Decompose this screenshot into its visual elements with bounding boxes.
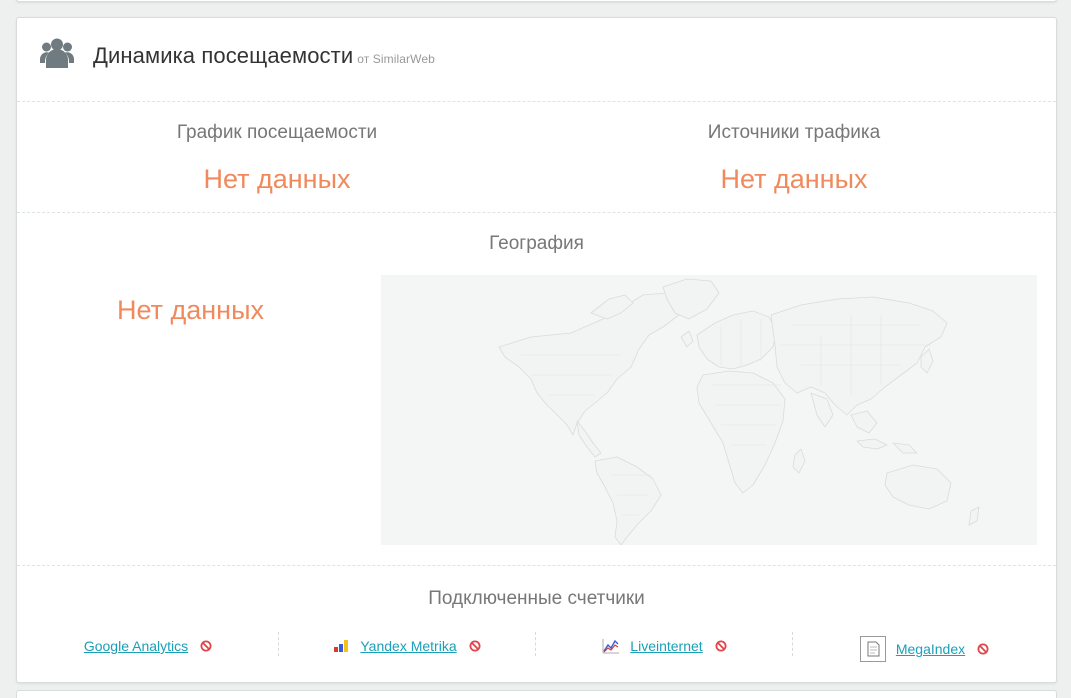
liveinternet-icon <box>602 639 620 654</box>
counter-liveinternet: Liveinternet <box>536 626 793 666</box>
card-header: Динамика посещаемости от SimilarWeb <box>17 18 1056 102</box>
counter-google-analytics: Google Analytics <box>17 626 279 666</box>
liveinternet-link[interactable]: Liveinternet <box>630 638 702 654</box>
traffic-chart-no-data: Нет данных <box>203 164 351 194</box>
users-icon <box>40 38 74 68</box>
geography-label: География <box>489 233 584 254</box>
card-title-text: Динамика посещаемости <box>93 43 354 68</box>
connected-counters-section: Подключенные счетчики Google Analytics Y… <box>17 566 1056 684</box>
traffic-sources-label: Источники трафика <box>707 122 881 143</box>
yandex-metrika-icon <box>334 640 349 652</box>
ban-icon <box>200 640 212 652</box>
geography-no-data: Нет данных <box>117 295 264 325</box>
geography-section: География Нет данных <box>17 213 1056 566</box>
world-map <box>381 275 1037 546</box>
previous-card <box>16 0 1057 2</box>
traffic-sources-no-data: Нет данных <box>720 164 868 194</box>
traffic-chart-label: График посещаемости <box>176 122 378 143</box>
yandex-metrika-link[interactable]: Yandex Metrika <box>360 638 456 654</box>
ban-icon <box>469 640 481 652</box>
next-card <box>16 690 1057 698</box>
card-title: Динамика посещаемости от SimilarWeb <box>93 43 435 69</box>
ban-icon <box>715 640 727 652</box>
traffic-row: График посещаемости Нет данных Источники… <box>17 102 1056 213</box>
world-map-graphic <box>498 278 980 546</box>
counter-megaindex: MegaIndex <box>793 626 1056 666</box>
card-source: от SimilarWeb <box>357 52 435 66</box>
traffic-dynamics-card: Динамика посещаемости от SimilarWeb Графи… <box>16 17 1057 683</box>
megaindex-link[interactable]: MegaIndex <box>896 641 965 657</box>
megaindex-icon <box>859 636 886 662</box>
counters-list: Google Analytics Yandex Metrika Liveinte… <box>17 626 1056 666</box>
counter-yandex-metrika: Yandex Metrika <box>279 626 536 666</box>
google-analytics-link[interactable]: Google Analytics <box>84 638 188 654</box>
connected-counters-label: Подключенные счетчики <box>428 588 645 609</box>
ban-icon <box>977 643 989 655</box>
